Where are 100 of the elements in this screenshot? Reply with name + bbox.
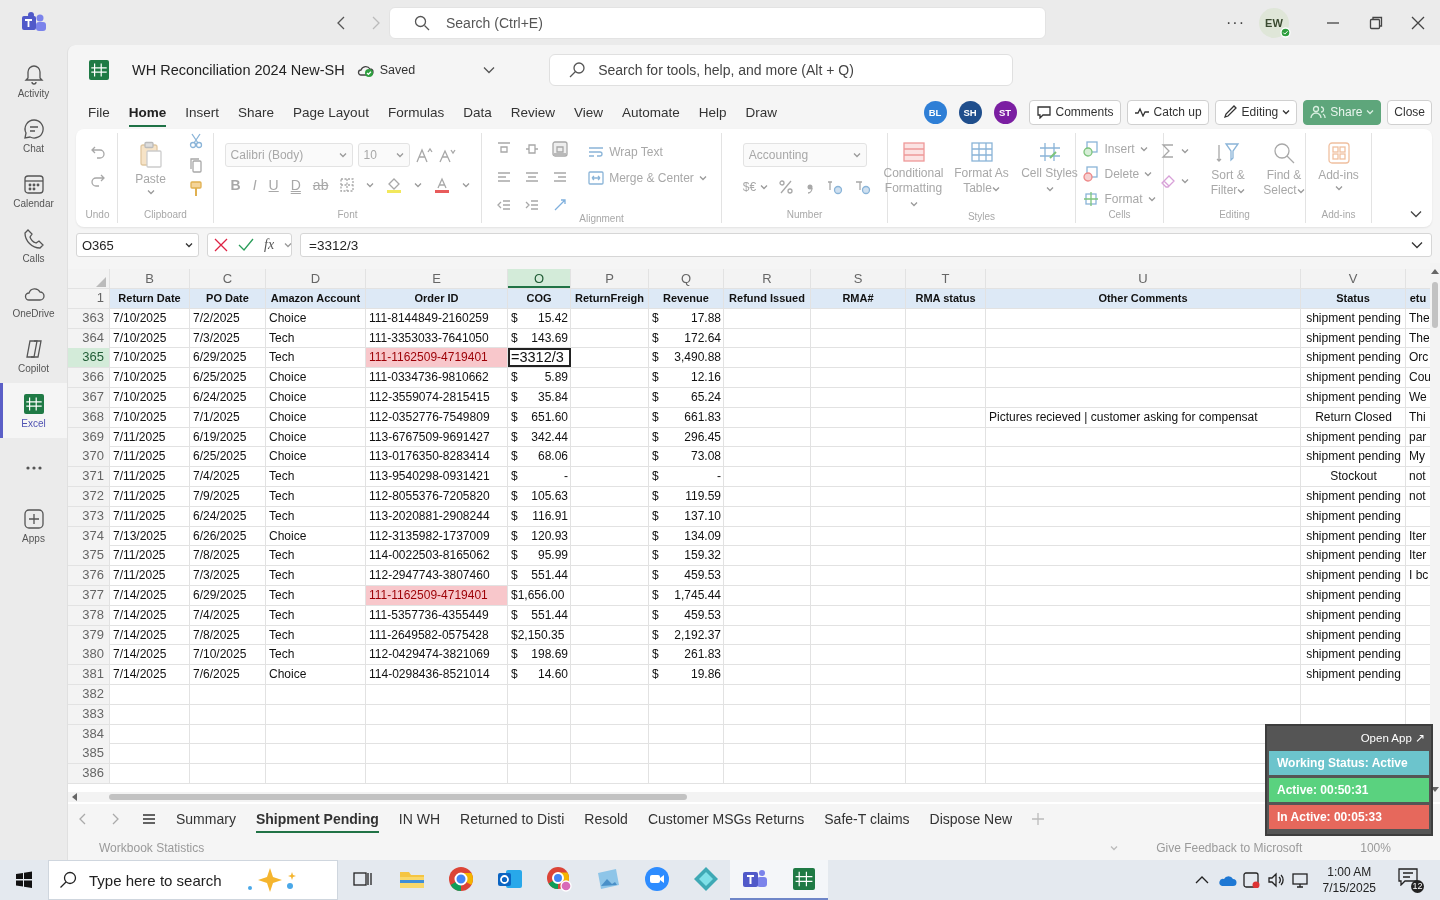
row-header[interactable]: 365 [68, 348, 109, 368]
rail-item[interactable]: Apps [0, 498, 67, 553]
ribbon-tab[interactable]: Page Layout [293, 97, 369, 127]
editing-button[interactable]: Editing [1214, 99, 1298, 125]
avatar[interactable]: EW [1259, 7, 1289, 38]
sheet-tab[interactable]: Customer MSGs Returns [647, 805, 805, 833]
column-header[interactable]: V [1301, 269, 1405, 288]
row-header[interactable]: 1 [68, 289, 109, 308]
sheet-tab[interactable]: Dispose New [929, 805, 1013, 833]
user-avatar[interactable]: SH [958, 100, 982, 124]
increase-decimal-icon[interactable] [826, 179, 845, 195]
caret-icon[interactable] [483, 66, 496, 74]
column-header[interactable]: E [366, 269, 507, 288]
rail-item[interactable]: Calendar [0, 163, 67, 218]
column-header[interactable]: O [508, 269, 570, 288]
column-header[interactable]: U [986, 269, 1300, 288]
column-header[interactable]: C [190, 269, 265, 288]
ribbon-tab[interactable]: Data [463, 97, 492, 127]
active-cell[interactable]: =3312/3 [508, 348, 571, 368]
tray-app-icon[interactable] [1242, 872, 1261, 888]
rail-item[interactable]: Excel [0, 383, 67, 438]
scrollbar-thumb[interactable] [109, 793, 687, 800]
speaker-icon[interactable] [1266, 872, 1285, 888]
sheet-tab[interactable]: Safe-T claims [824, 805, 910, 833]
rail-item[interactable]: Calls [0, 218, 67, 273]
column-header[interactable]: T [906, 269, 985, 288]
ribbon-tab[interactable]: View [573, 97, 603, 127]
menu-icon[interactable] [142, 813, 156, 825]
sheet-tab[interactable]: IN WH [398, 805, 440, 833]
grow-font-icon[interactable] [414, 147, 433, 163]
clear-button[interactable] [1160, 173, 1189, 189]
rail-item[interactable]: OneDrive [0, 273, 67, 328]
column-header[interactable]: Q [649, 269, 723, 288]
row-header[interactable]: 380 [68, 645, 109, 665]
collapse-ribbon-icon[interactable] [1410, 210, 1422, 218]
next-sheet-icon[interactable] [110, 813, 120, 825]
add-sheet-icon[interactable] [1032, 813, 1045, 825]
insert-function-button[interactable]: fx [264, 237, 275, 253]
select-all-icon[interactable] [96, 277, 106, 287]
column-header[interactable]: R [724, 269, 810, 288]
ribbon-tab[interactable]: Review [510, 97, 555, 127]
ribbon-tab[interactable]: Share [238, 97, 275, 127]
prev-sheet-icon[interactable] [78, 813, 88, 825]
ribbon-tab[interactable]: Home [128, 97, 167, 127]
open-app-link[interactable]: Open App ↗ [1269, 728, 1429, 751]
search-field[interactable]: Search (Ctrl+E) [389, 6, 1046, 39]
clock[interactable]: 1:00 AM 7/15/2025 [1322, 864, 1376, 896]
rail-item[interactable]: Activity [0, 53, 67, 108]
row-header[interactable]: 376 [68, 566, 109, 586]
orientation-icon[interactable] [552, 197, 569, 213]
percent-icon[interactable] [778, 179, 795, 195]
formula-field[interactable]: =3312/3 [300, 233, 1432, 257]
column-header[interactable]: B [110, 269, 189, 288]
close-icon[interactable] [1410, 14, 1426, 31]
increase-indent-icon[interactable] [524, 197, 541, 213]
start-icon[interactable] [15, 871, 33, 889]
user-avatar[interactable]: BL [923, 100, 947, 124]
notifications-button[interactable]: 12 [1398, 867, 1424, 893]
ribbon-tab[interactable]: File [88, 97, 110, 127]
column-header[interactable]: S [811, 269, 905, 288]
align-middle-icon[interactable] [524, 141, 541, 157]
align-left-icon[interactable] [496, 169, 513, 185]
search-field[interactable]: Type here to search [48, 860, 338, 900]
rail-item[interactable]: Copilot [0, 328, 67, 383]
autosum-button[interactable] [1160, 143, 1189, 159]
row-header[interactable]: 366 [68, 368, 109, 388]
sheet-tab[interactable]: Resold [584, 805, 628, 833]
column-header[interactable]: P [571, 269, 648, 288]
decrease-decimal-icon[interactable] [854, 179, 873, 195]
rail-item[interactable]: Chat [0, 108, 67, 163]
sheet-tab[interactable]: Summary [176, 805, 236, 833]
name-box[interactable]: O365 [76, 233, 199, 257]
sheet-tab[interactable]: Shipment Pending [255, 805, 379, 833]
row-header[interactable]: 381 [68, 665, 109, 685]
scroll-left-icon[interactable] [71, 792, 79, 801]
row-header[interactable]: 385 [68, 744, 109, 764]
ribbon-tab[interactable]: Insert [185, 97, 220, 127]
row-header[interactable]: 386 [68, 764, 109, 784]
cancel-icon[interactable] [214, 238, 228, 252]
ribbon-tab[interactable]: Help [698, 97, 727, 127]
ribbon-tab[interactable]: Draw [745, 97, 778, 127]
comments-button[interactable]: Comments [1028, 99, 1121, 125]
row-header[interactable]: 370 [68, 447, 109, 467]
shrink-font-icon[interactable] [437, 147, 456, 163]
tray-caret-icon[interactable] [1194, 875, 1209, 885]
column-header[interactable]: D [266, 269, 365, 288]
taskbar-app[interactable] [730, 860, 779, 900]
decrease-indent-icon[interactable] [496, 197, 513, 213]
catchup-button[interactable]: Catch up [1126, 99, 1209, 125]
ribbon-tab[interactable]: Automate [622, 97, 680, 127]
close-button[interactable]: Close [1387, 99, 1432, 125]
cloud-icon[interactable] [1216, 873, 1237, 887]
sheet-tab[interactable]: Returned to Disti [460, 805, 565, 833]
row-header[interactable]: 375 [68, 546, 109, 566]
scrollbar-thumb[interactable] [1432, 282, 1438, 328]
more-button[interactable]: ··· [1226, 13, 1245, 32]
row-header[interactable]: 371 [68, 467, 109, 487]
confirm-icon[interactable] [238, 238, 254, 252]
search-field[interactable]: Search for tools, help, and more (Alt + Q) [549, 54, 1014, 86]
scroll-up-icon[interactable] [1430, 267, 1440, 275]
